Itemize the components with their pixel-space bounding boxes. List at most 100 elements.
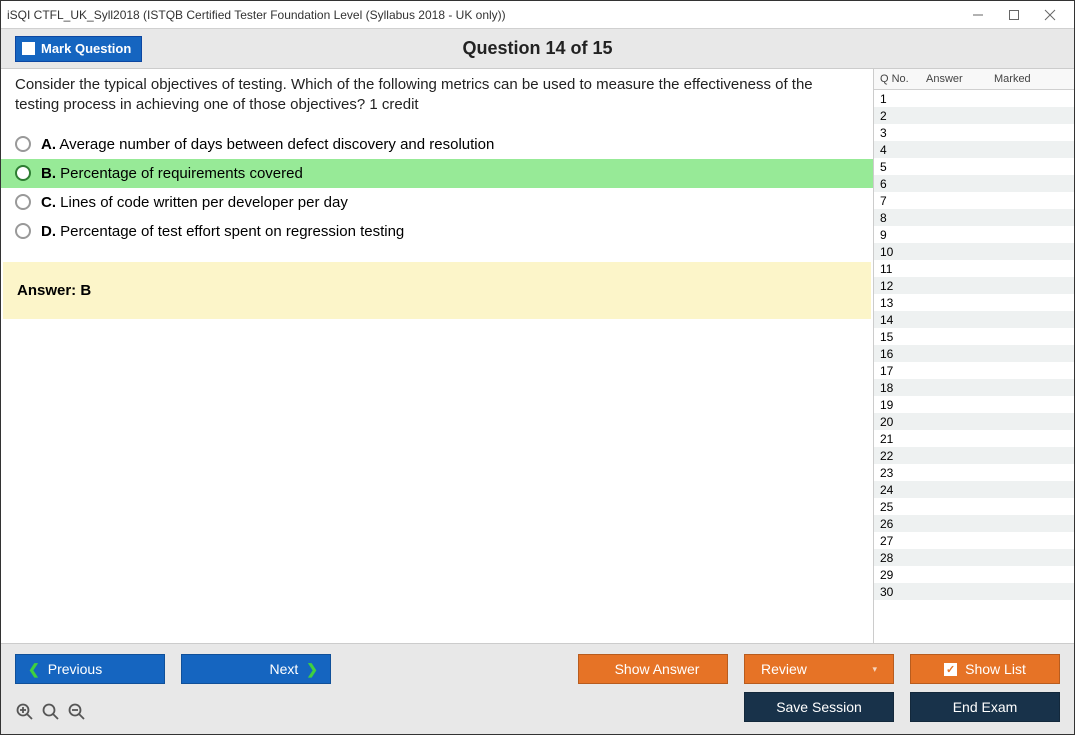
chevron-down-icon: ▾ [872, 664, 877, 675]
question-list-header: Q No. Answer Marked [874, 69, 1074, 90]
radio-icon [15, 223, 31, 239]
close-button[interactable] [1032, 4, 1068, 26]
window-title: iSQI CTFL_UK_Syll2018 (ISTQB Certified T… [7, 8, 960, 22]
header-marked: Marked [994, 73, 1074, 85]
app-window: iSQI CTFL_UK_Syll2018 (ISTQB Certified T… [0, 0, 1075, 735]
question-list-row[interactable]: 27 [874, 532, 1074, 549]
question-list-row[interactable]: 15 [874, 328, 1074, 345]
option-text: D. Percentage of test effort spent on re… [41, 223, 404, 240]
previous-label: Previous [48, 661, 102, 677]
question-list-panel: Q No. Answer Marked 12345678910111213141… [874, 69, 1074, 643]
question-list-row[interactable]: 23 [874, 464, 1074, 481]
cell-qno: 10 [880, 245, 902, 259]
cell-qno: 8 [880, 211, 902, 225]
question-area: Consider the typical objectives of testi… [1, 69, 874, 643]
question-list-row[interactable]: 4 [874, 141, 1074, 158]
question-list-row[interactable]: 13 [874, 294, 1074, 311]
maximize-button[interactable] [996, 4, 1032, 26]
show-list-label: Show List [965, 661, 1026, 677]
header-answer: Answer [926, 73, 994, 85]
cell-qno: 4 [880, 143, 902, 157]
zoom-reset-icon[interactable] [41, 702, 61, 722]
question-list-row[interactable]: 20 [874, 413, 1074, 430]
question-list-row[interactable]: 9 [874, 226, 1074, 243]
question-list-row[interactable]: 6 [874, 175, 1074, 192]
end-exam-label: End Exam [953, 699, 1018, 715]
question-list-row[interactable]: 5 [874, 158, 1074, 175]
cell-qno: 11 [880, 262, 902, 276]
zoom-in-icon[interactable] [15, 702, 35, 722]
next-label: Next [269, 661, 298, 677]
question-list-row[interactable]: 22 [874, 447, 1074, 464]
question-list-row[interactable]: 28 [874, 549, 1074, 566]
checkbox-checked-icon: ✓ [944, 663, 957, 676]
radio-icon [15, 136, 31, 152]
question-list-row[interactable]: 26 [874, 515, 1074, 532]
option-d[interactable]: D. Percentage of test effort spent on re… [1, 217, 873, 246]
checkbox-icon [22, 42, 35, 55]
button-row-1: ❮ Previous Next ❯ Show Answer Review ▾ ✓… [15, 654, 1060, 684]
question-list-row[interactable]: 10 [874, 243, 1074, 260]
question-list-row[interactable]: 1 [874, 90, 1074, 107]
zoom-controls [15, 702, 87, 722]
zoom-out-icon[interactable] [67, 702, 87, 722]
question-list-row[interactable]: 29 [874, 566, 1074, 583]
question-list-row[interactable]: 14 [874, 311, 1074, 328]
question-list-row[interactable]: 24 [874, 481, 1074, 498]
content-area: Consider the typical objectives of testi… [1, 69, 1074, 644]
question-list-row[interactable]: 8 [874, 209, 1074, 226]
cell-qno: 15 [880, 330, 902, 344]
titlebar: iSQI CTFL_UK_Syll2018 (ISTQB Certified T… [1, 1, 1074, 29]
cell-qno: 6 [880, 177, 902, 191]
button-row-2: Save Session End Exam [15, 692, 1060, 722]
question-list-row[interactable]: 3 [874, 124, 1074, 141]
question-list-row[interactable]: 30 [874, 583, 1074, 600]
cell-qno: 5 [880, 160, 902, 174]
cell-qno: 3 [880, 126, 902, 140]
question-list-row[interactable]: 19 [874, 396, 1074, 413]
review-label: Review [761, 661, 807, 677]
question-list-row[interactable]: 17 [874, 362, 1074, 379]
cell-qno: 19 [880, 398, 902, 412]
cell-qno: 12 [880, 279, 902, 293]
chevron-left-icon: ❮ [28, 661, 40, 678]
mark-question-label: Mark Question [41, 41, 131, 56]
question-list-row[interactable]: 25 [874, 498, 1074, 515]
option-b[interactable]: B. Percentage of requirements covered [1, 159, 873, 188]
minimize-button[interactable] [960, 4, 996, 26]
option-text: B. Percentage of requirements covered [41, 165, 303, 182]
answer-panel: Answer: B [3, 262, 871, 319]
cell-qno: 23 [880, 466, 902, 480]
cell-qno: 17 [880, 364, 902, 378]
save-session-button[interactable]: Save Session [744, 692, 894, 722]
cell-qno: 25 [880, 500, 902, 514]
option-text: C. Lines of code written per developer p… [41, 194, 348, 211]
topbar: Mark Question Question 14 of 15 [1, 29, 1074, 69]
question-list-row[interactable]: 21 [874, 430, 1074, 447]
previous-button[interactable]: ❮ Previous [15, 654, 165, 684]
cell-qno: 7 [880, 194, 902, 208]
question-list-row[interactable]: 18 [874, 379, 1074, 396]
question-list-row[interactable]: 11 [874, 260, 1074, 277]
question-list-body[interactable]: 1234567891011121314151617181920212223242… [874, 90, 1074, 643]
radio-icon [15, 165, 31, 181]
cell-qno: 28 [880, 551, 902, 565]
question-list-row[interactable]: 16 [874, 345, 1074, 362]
save-session-label: Save Session [776, 699, 862, 715]
option-a[interactable]: A. Average number of days between defect… [1, 130, 873, 159]
question-list-row[interactable]: 12 [874, 277, 1074, 294]
question-list-row[interactable]: 7 [874, 192, 1074, 209]
radio-icon [15, 194, 31, 210]
review-button[interactable]: Review ▾ [744, 654, 894, 684]
cell-qno: 30 [880, 585, 902, 599]
end-exam-button[interactable]: End Exam [910, 692, 1060, 722]
cell-qno: 27 [880, 534, 902, 548]
option-c[interactable]: C. Lines of code written per developer p… [1, 188, 873, 217]
show-list-button[interactable]: ✓ Show List [910, 654, 1060, 684]
mark-question-button[interactable]: Mark Question [15, 36, 142, 62]
cell-qno: 29 [880, 568, 902, 582]
next-button[interactable]: Next ❯ [181, 654, 331, 684]
question-list-row[interactable]: 2 [874, 107, 1074, 124]
cell-qno: 26 [880, 517, 902, 531]
show-answer-button[interactable]: Show Answer [578, 654, 728, 684]
